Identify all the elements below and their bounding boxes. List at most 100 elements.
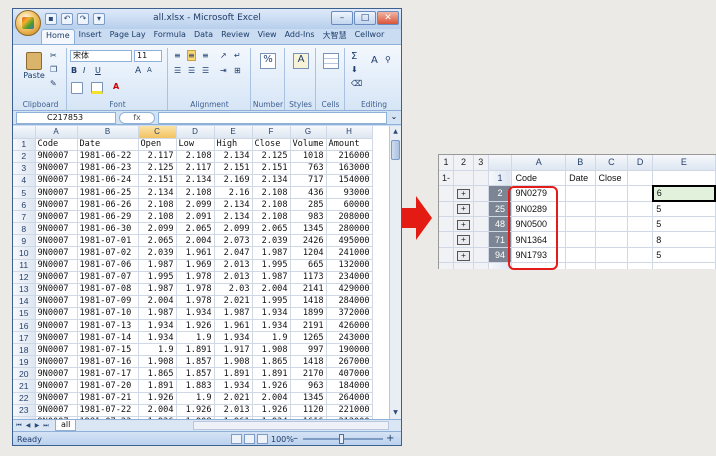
cell[interactable]: 1.9 bbox=[176, 392, 215, 405]
orientation-icon[interactable]: ↗ bbox=[219, 50, 228, 61]
cell[interactable]: 2.108 bbox=[252, 210, 291, 224]
cell[interactable]: 6 bbox=[651, 184, 716, 203]
cell[interactable]: Date bbox=[77, 138, 139, 151]
cell[interactable]: 267000 bbox=[326, 355, 373, 369]
last-sheet-icon[interactable]: ⏭ bbox=[42, 421, 50, 430]
cell[interactable]: 1.891 bbox=[214, 367, 253, 381]
cell[interactable] bbox=[565, 262, 596, 269]
cell[interactable]: 2.004 bbox=[138, 295, 177, 308]
cell[interactable]: 2.021 bbox=[214, 295, 253, 308]
cell[interactable]: 2.039 bbox=[252, 234, 291, 248]
zoom-out-button[interactable]: – bbox=[293, 433, 298, 444]
cell[interactable]: 2.091 bbox=[176, 210, 215, 224]
cell[interactable]: 9N0007 bbox=[35, 367, 78, 381]
cell[interactable]: 1981-07-01 bbox=[77, 234, 139, 248]
cell[interactable]: 1.908 bbox=[252, 343, 291, 357]
cell[interactable]: 1.926 bbox=[176, 404, 215, 417]
zoom-in-button[interactable]: + bbox=[386, 433, 394, 444]
cell[interactable]: 1.865 bbox=[252, 355, 291, 369]
cell[interactable]: 9N0007 bbox=[35, 319, 78, 333]
column-header[interactable]: A bbox=[511, 155, 567, 171]
cell[interactable]: 285 bbox=[290, 198, 327, 212]
cell[interactable]: 2.117 bbox=[176, 162, 215, 175]
align-top-icon[interactable]: ≡ bbox=[173, 50, 182, 61]
cell[interactable]: 9N0007 bbox=[35, 307, 78, 321]
cell[interactable] bbox=[652, 170, 716, 187]
cell[interactable]: 5 bbox=[652, 201, 716, 218]
cell[interactable]: 9N1364 bbox=[511, 231, 567, 248]
cell[interactable]: 5 bbox=[652, 216, 716, 233]
cell[interactable]: 2.004 bbox=[176, 234, 215, 248]
cell[interactable]: 9N0007 bbox=[35, 222, 78, 236]
clear-icon[interactable]: ⌫ bbox=[350, 78, 363, 89]
cell[interactable]: 1981-07-14 bbox=[77, 331, 139, 345]
first-sheet-icon[interactable]: ⏮ bbox=[15, 421, 23, 430]
spreadsheet-grid[interactable]: A B C D E F G H 1 Code Date Open Low High Close Volume A… bbox=[13, 126, 390, 419]
cell[interactable]: 429000 bbox=[326, 283, 373, 296]
cell[interactable]: 2.16 bbox=[214, 186, 253, 200]
cell[interactable]: 1.934 bbox=[138, 319, 177, 333]
copy-icon[interactable]: ❐ bbox=[49, 64, 58, 75]
cell[interactable]: 1.987 bbox=[138, 283, 177, 296]
column-header[interactable]: C bbox=[595, 155, 629, 171]
cell[interactable]: 1981-07-08 bbox=[77, 283, 139, 296]
cell[interactable]: 1.978 bbox=[176, 295, 215, 308]
page-break-view-icon[interactable] bbox=[257, 434, 268, 444]
cell[interactable] bbox=[627, 231, 654, 248]
cell[interactable]: 9N0007 bbox=[35, 210, 78, 224]
sort-filter-button[interactable]: A bbox=[370, 54, 379, 67]
row-header[interactable]: 6 bbox=[13, 198, 36, 212]
normal-view-icon[interactable] bbox=[231, 434, 242, 444]
cell[interactable]: 9N0007 bbox=[35, 198, 78, 212]
cell[interactable]: 665 bbox=[290, 259, 327, 272]
tab-view[interactable]: View bbox=[254, 29, 281, 44]
minimize-button[interactable]: – bbox=[331, 11, 353, 25]
cell[interactable]: 2.108 bbox=[252, 198, 291, 212]
cell[interactable]: 1.934 bbox=[252, 307, 291, 321]
cell[interactable] bbox=[565, 216, 596, 233]
column-header[interactable]: C bbox=[138, 126, 177, 139]
borders-icon[interactable] bbox=[70, 81, 84, 97]
cell[interactable]: 2.065 bbox=[176, 222, 215, 236]
outline-collapse-marker[interactable]: 1- bbox=[439, 170, 454, 187]
cell[interactable]: Open bbox=[138, 138, 177, 151]
cells-button[interactable] bbox=[320, 52, 342, 86]
cell[interactable] bbox=[565, 201, 596, 218]
cell[interactable]: 1.987 bbox=[214, 307, 253, 321]
cell[interactable]: 1.934 bbox=[252, 319, 291, 333]
cell[interactable]: 9N0007 bbox=[35, 174, 78, 187]
cell[interactable]: Close bbox=[252, 138, 291, 151]
tab-dazhihui[interactable]: 大智慧 bbox=[319, 29, 351, 44]
column-header[interactable]: B bbox=[565, 155, 596, 171]
page-layout-view-icon[interactable] bbox=[244, 434, 255, 444]
cell[interactable]: 2.108 bbox=[176, 186, 215, 200]
cell[interactable]: 9N0007 bbox=[35, 186, 78, 200]
fx-icon[interactable]: fx bbox=[119, 112, 155, 124]
align-left-icon[interactable]: ☰ bbox=[173, 65, 182, 76]
cell[interactable]: 60000 bbox=[326, 198, 373, 212]
cell[interactable]: 436 bbox=[290, 186, 327, 200]
cell[interactable] bbox=[565, 231, 596, 248]
row-header[interactable]: 11 bbox=[13, 259, 36, 272]
next-sheet-icon[interactable]: ▶ bbox=[33, 421, 41, 430]
cell[interactable]: 9N0007 bbox=[35, 331, 78, 345]
row-header[interactable]: 71 bbox=[488, 231, 513, 248]
expand-group-button[interactable]: + bbox=[453, 216, 475, 233]
cell[interactable]: 1418 bbox=[290, 355, 327, 369]
cell[interactable]: 221000 bbox=[326, 404, 373, 417]
cell[interactable]: 1.934 bbox=[214, 379, 253, 393]
cell[interactable] bbox=[595, 262, 629, 269]
cell[interactable] bbox=[595, 247, 629, 264]
cell[interactable] bbox=[595, 201, 629, 218]
underline-button[interactable]: U bbox=[94, 65, 102, 76]
cell[interactable]: 1.926 bbox=[138, 392, 177, 405]
column-header[interactable]: F bbox=[252, 126, 291, 139]
cell[interactable]: 2.151 bbox=[214, 162, 253, 175]
cell[interactable]: 9N0289 bbox=[511, 201, 567, 218]
cell[interactable]: 1.995 bbox=[252, 295, 291, 308]
cell[interactable]: 9N0279 bbox=[511, 185, 567, 202]
row-header[interactable]: 48 bbox=[488, 216, 513, 233]
cell[interactable]: 2.073 bbox=[214, 234, 253, 248]
number-format-button[interactable]: % bbox=[257, 52, 279, 86]
cell[interactable]: High bbox=[214, 138, 253, 151]
